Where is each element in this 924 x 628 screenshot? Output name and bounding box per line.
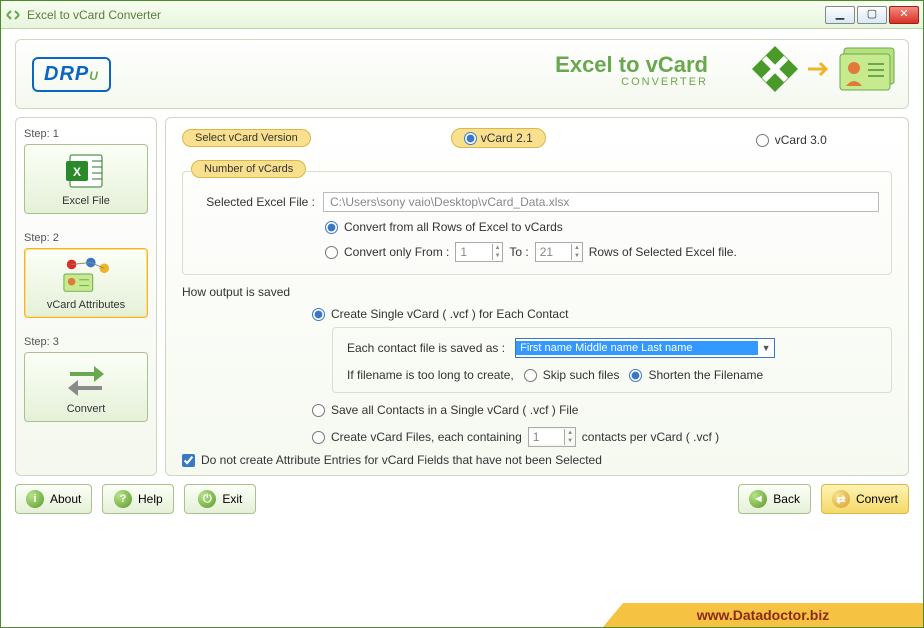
step-1-group: Step: 1 X Excel File <box>24 128 148 214</box>
section-number-pill: Number of vCards <box>191 160 306 178</box>
step-2-label: Step: 2 <box>24 232 148 244</box>
convert-only-label: Convert only From : <box>344 245 449 259</box>
to-spinner[interactable]: ▲▼ <box>535 242 583 262</box>
convert-button-sidebar[interactable]: Convert <box>24 352 148 422</box>
header-title-line1: Excel to vCard <box>555 52 708 78</box>
from-spinner[interactable]: ▲▼ <box>455 242 503 262</box>
number-of-vcards-fieldset: Number of vCards Selected Excel File : C… <box>182 160 892 275</box>
dropdown-selected: First name Middle name Last name <box>516 341 758 355</box>
minimize-button[interactable] <box>825 6 855 24</box>
step-3-label: Step: 3 <box>24 336 148 348</box>
step-2-group: Step: 2 vCard Attributes <box>24 232 148 318</box>
create-single-label: Create Single vCard ( .vcf ) for Each Co… <box>331 307 568 321</box>
convert-icon <box>62 359 110 399</box>
header-panel: DRPU Excel to vCard CONVERTER <box>15 39 909 109</box>
exit-label: Exit <box>222 492 242 506</box>
spinner-arrows-icon[interactable]: ▲▼ <box>564 429 574 445</box>
convert-label: Convert <box>856 492 898 506</box>
content-row: Step: 1 X Excel File Step: 2 vCard Attri… <box>15 117 909 476</box>
sidebar: Step: 1 X Excel File Step: 2 vCard Attri… <box>15 117 157 476</box>
maximize-button[interactable] <box>857 6 887 24</box>
vcard21-label: vCard 2.1 <box>481 131 533 145</box>
about-button[interactable]: i About <box>15 484 92 514</box>
titlebar: Excel to vCard Converter <box>1 1 923 29</box>
main-panel: Select vCard Version vCard 2.1 vCard 3.0 <box>165 117 909 476</box>
help-button[interactable]: ? Help <box>102 484 174 514</box>
window-title: Excel to vCard Converter <box>27 8 825 22</box>
vcard21-radio[interactable] <box>464 132 477 145</box>
arrow-left-icon: ◄ <box>749 490 767 508</box>
spinner-arrows-icon[interactable]: ▲▼ <box>492 244 502 260</box>
to-label: To : <box>509 245 528 259</box>
create-single-radio[interactable] <box>312 308 325 321</box>
vcard30-label: vCard 3.0 <box>775 133 827 147</box>
exit-button[interactable]: ⏻ Exit <box>184 484 256 514</box>
brand-logo: DRPU <box>32 57 111 92</box>
skip-files-label: Skip such files <box>543 368 620 382</box>
excel-file-button[interactable]: X Excel File <box>24 144 148 214</box>
rows-suffix-label: Rows of Selected Excel file. <box>589 245 737 259</box>
vcard-icon <box>838 46 898 92</box>
convert-only-radio[interactable] <box>325 246 338 259</box>
info-icon: i <box>26 490 44 508</box>
create-each-label: Create vCard Files, each containing <box>331 430 522 444</box>
too-long-label: If filename is too long to create, <box>347 368 514 382</box>
convert-all-label: Convert from all Rows of Excel to vCards <box>344 220 563 234</box>
convert-all-radio[interactable] <box>325 221 338 234</box>
section-version-pill: Select vCard Version <box>182 129 311 147</box>
output-section: How output is saved Create Single vCard … <box>182 285 892 447</box>
dont-create-attr-checkbox[interactable] <box>182 454 195 467</box>
selected-file-label: Selected Excel File : <box>195 195 315 209</box>
step-3-button-label: Convert <box>67 403 106 415</box>
dont-create-attr-label: Do not create Attribute Entries for vCar… <box>201 453 602 467</box>
vcard21-pill: vCard 2.1 <box>451 128 546 148</box>
window-controls <box>825 6 919 24</box>
help-icon: ? <box>114 490 132 508</box>
selected-file-field <box>323 192 879 212</box>
per-vcard-input[interactable] <box>529 430 565 444</box>
output-heading: How output is saved <box>182 285 892 299</box>
step-2-button-label: vCard Attributes <box>47 299 125 311</box>
power-icon: ⏻ <box>198 490 216 508</box>
each-contact-label: Each contact file is saved as : <box>347 341 505 355</box>
convert-arrows-icon: ⇄ <box>832 490 850 508</box>
create-each-radio[interactable] <box>312 431 325 444</box>
about-label: About <box>50 492 81 506</box>
step-3-group: Step: 3 Convert <box>24 336 148 422</box>
spinner-arrows-icon[interactable]: ▲▼ <box>571 244 581 260</box>
to-input[interactable] <box>536 245 572 259</box>
vcard-attributes-icon <box>62 255 110 295</box>
header-title: Excel to vCard CONVERTER <box>555 52 708 88</box>
vcard-attributes-button[interactable]: vCard Attributes <box>24 248 148 318</box>
save-all-label: Save all Contacts in a Single vCard ( .v… <box>331 403 578 417</box>
excel-x-icon <box>750 44 800 94</box>
arrow-right-icon <box>806 56 832 82</box>
close-button[interactable] <box>889 6 919 24</box>
header-graphic <box>750 44 898 94</box>
vcard30-radio[interactable] <box>756 134 769 147</box>
filename-pattern-dropdown[interactable]: First name Middle name Last name ▼ <box>515 338 775 358</box>
help-label: Help <box>138 492 163 506</box>
back-label: Back <box>773 492 800 506</box>
single-vcard-subbox: Each contact file is saved as : First na… <box>332 327 892 393</box>
back-button[interactable]: ◄ Back <box>738 484 811 514</box>
footer: i About ? Help ⏻ Exit ◄ Back ⇄ Convert <box>15 484 909 514</box>
app-window: Excel to vCard Converter DRPU Excel to v… <box>0 0 924 628</box>
website-banner: www.Datadoctor.biz <box>603 603 923 627</box>
per-vcard-spinner[interactable]: ▲▼ <box>528 427 576 447</box>
step-1-label: Step: 1 <box>24 128 148 140</box>
step-1-button-label: Excel File <box>62 195 110 207</box>
svg-text:X: X <box>73 165 81 179</box>
per-vcard-suffix: contacts per vCard ( .vcf ) <box>582 430 719 444</box>
from-input[interactable] <box>456 245 492 259</box>
skip-files-radio[interactable] <box>524 369 537 382</box>
shorten-radio[interactable] <box>629 369 642 382</box>
excel-file-icon: X <box>62 151 110 191</box>
app-icon <box>5 7 21 23</box>
save-all-radio[interactable] <box>312 404 325 417</box>
convert-button[interactable]: ⇄ Convert <box>821 484 909 514</box>
chevron-down-icon: ▼ <box>758 343 774 353</box>
shorten-label: Shorten the Filename <box>648 368 763 382</box>
